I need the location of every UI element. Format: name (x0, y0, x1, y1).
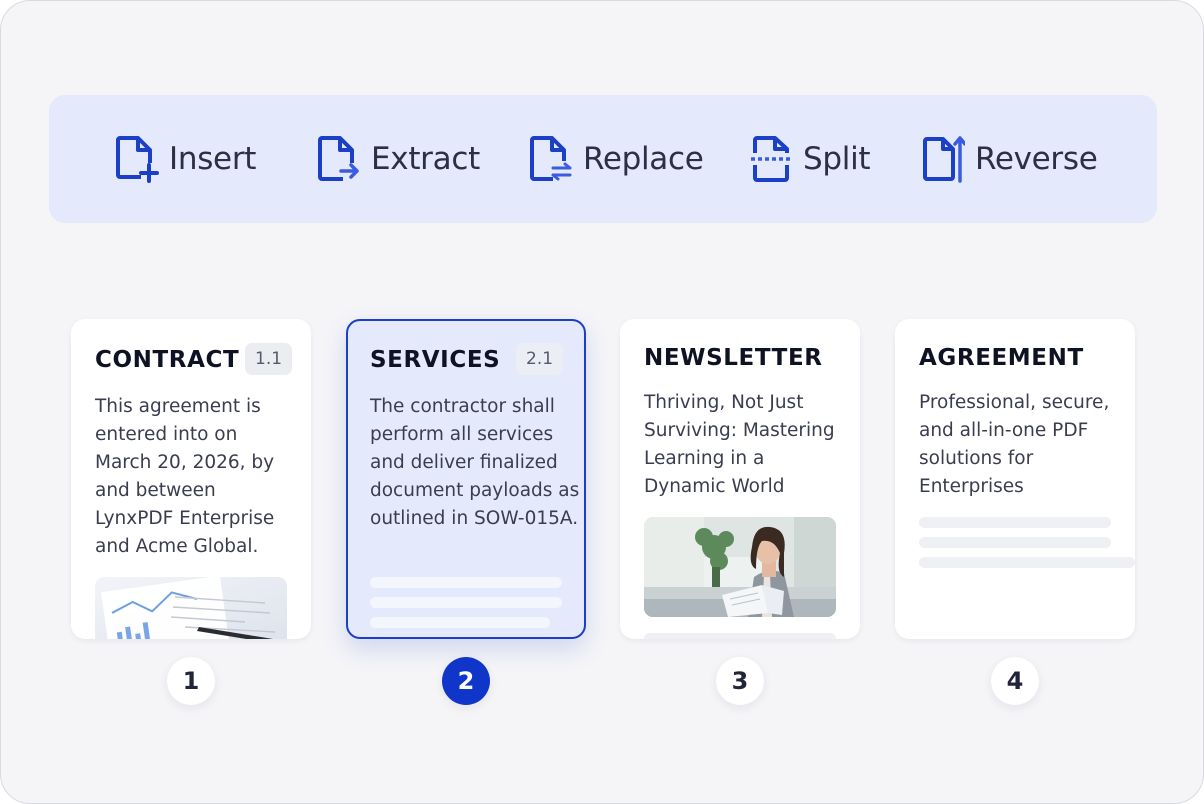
page-title: AGREEMENT (919, 345, 1084, 371)
replace-label: Replace (583, 141, 704, 177)
document-chart-image (95, 577, 287, 639)
page-number-1[interactable]: 1 (167, 657, 215, 705)
placeholder-line (644, 633, 836, 639)
placeholder-line (919, 517, 1111, 528)
file-split-icon (751, 136, 791, 182)
placeholder-line (370, 617, 550, 628)
placeholder-line (370, 577, 562, 588)
split-button[interactable]: Split (749, 95, 871, 223)
page-card-contract[interactable]: CONTRACT 1.1 This agreement is entered i… (71, 319, 311, 639)
page-number-2[interactable]: 2 (442, 657, 490, 705)
file-replace-icon (530, 136, 572, 181)
page-version-badge: 1.1 (245, 343, 293, 375)
page-title: CONTRACT (95, 347, 240, 373)
insert-label: Insert (169, 141, 257, 177)
reverse-button[interactable]: Reverse (921, 95, 1098, 223)
split-label: Split (803, 141, 871, 177)
placeholder-line (919, 537, 1111, 548)
page-body-text: This agreement is entered into on March … (95, 396, 275, 557)
page-title: NEWSLETTER (644, 345, 823, 371)
woman-reading-image (644, 517, 836, 617)
page-card-newsletter[interactable]: NEWSLETTER Thriving, Not Just Surviving:… (620, 319, 860, 639)
app-frame: Insert Extract Replace Split Reverse CON… (0, 0, 1204, 804)
page-card-services[interactable]: SERVICES 2.1 The contractor shall perfor… (346, 319, 586, 639)
reverse-label: Reverse (975, 141, 1098, 177)
page-body-text: The contractor shall perform all service… (370, 396, 580, 529)
placeholder-line (370, 597, 562, 608)
page-version-badge: 2.1 (516, 343, 564, 375)
page-number-4[interactable]: 4 (991, 657, 1039, 705)
extract-button[interactable]: Extract (317, 95, 480, 223)
page-body-text: Thriving, Not Just Surviving: Mastering … (644, 392, 835, 497)
page-body-text: Professional, secure, and all-in-one PDF… (919, 392, 1110, 497)
page-number-3[interactable]: 3 (716, 657, 764, 705)
file-insert-icon (116, 136, 159, 183)
page-title: SERVICES (370, 347, 501, 373)
insert-button[interactable]: Insert (115, 95, 256, 223)
file-reverse-icon (923, 136, 965, 183)
document-chart-photo (95, 577, 287, 639)
replace-button[interactable]: Replace (529, 95, 704, 223)
extract-label: Extract (371, 141, 480, 177)
placeholder-line (919, 557, 1135, 568)
page-card-agreement[interactable]: AGREEMENT Professional, secure, and all-… (895, 319, 1135, 639)
file-extract-icon (318, 136, 359, 181)
page-operations-toolbar: Insert Extract Replace Split Reverse (49, 95, 1157, 223)
woman-reading-photo (644, 517, 836, 617)
